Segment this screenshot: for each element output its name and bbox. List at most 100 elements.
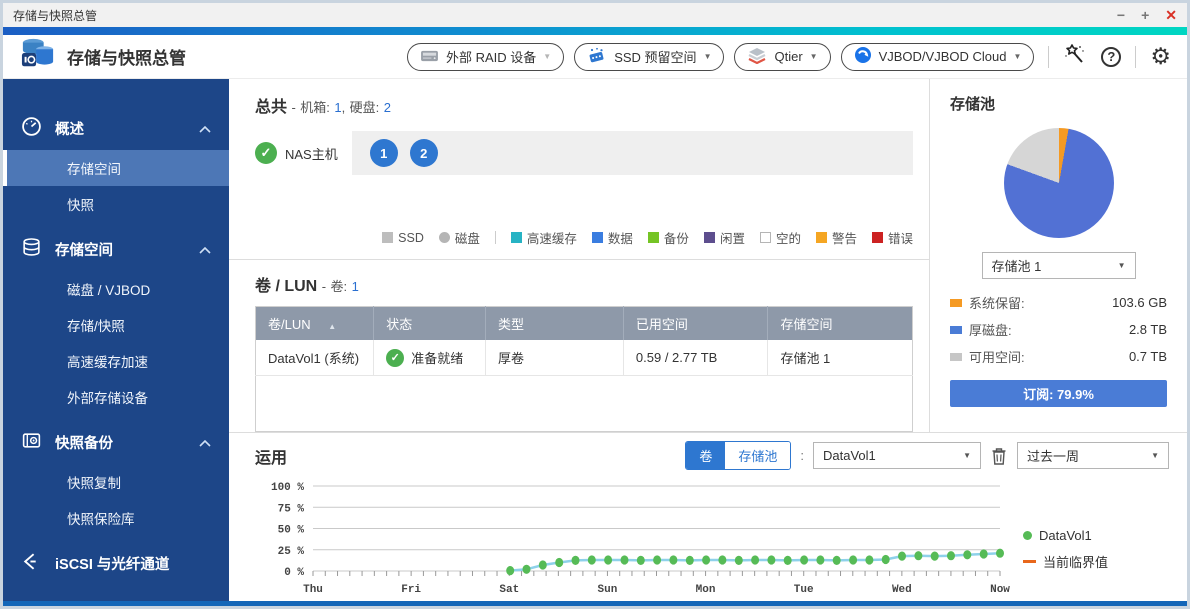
vjbod-button[interactable]: VJBOD/VJBOD Cloud ▼ (841, 43, 1035, 71)
usage-chart-row: 100 %75 %50 %25 %0 %ThuFriSatSunMonTueWe… (255, 476, 1169, 601)
column-header-pool[interactable]: 存储空间 (768, 307, 913, 341)
series-dot-icon (1023, 531, 1032, 540)
legend-label: 警告 (832, 228, 857, 247)
error-swatch (872, 232, 883, 243)
help-icon[interactable]: ? (1101, 47, 1121, 67)
app-window: 存储与快照总管 − + ✕ 存储与快照总管 (0, 0, 1190, 609)
system-reserved-swatch (950, 299, 962, 307)
svg-text:75 %: 75 % (278, 503, 305, 515)
backup-swatch (648, 232, 659, 243)
sidebar-item-label: 外部存储设备 (67, 387, 148, 407)
column-header-used[interactable]: 已用空间 (623, 307, 768, 341)
minimize-button[interactable]: − (1117, 8, 1125, 22)
volumes-heading: 卷 / LUN - 卷: 1 (255, 272, 929, 296)
pool-selector[interactable]: 存储池 1 ▼ (982, 252, 1136, 279)
column-header-volume[interactable]: 卷/LUN ▲ (256, 307, 374, 341)
column-label: 类型 (498, 317, 524, 332)
disk-slot-strip: 1 2 (352, 131, 913, 175)
stat-label: 系统保留: (969, 293, 1025, 312)
storage-pool-panel: 存储池 存储池 1 ▼ 系统保留: 103.6 GB (929, 79, 1187, 432)
data-swatch (592, 232, 603, 243)
chevron-down-icon: ▼ (1013, 52, 1021, 61)
main-content: 总共 - 机箱: 1, 硬盘: 2 ✓ NAS主机 1 2 (229, 79, 1187, 601)
sidebar-item-snapshot-replica[interactable]: 快照复制 (3, 464, 229, 500)
idle-swatch (704, 232, 715, 243)
legend-label: 高速缓存 (527, 228, 577, 247)
overview-dash: - (291, 100, 295, 115)
volume-selector[interactable]: DataVol1 ▼ (813, 442, 981, 469)
period-selector-value: 过去一周 (1027, 446, 1079, 465)
period-selector[interactable]: 过去一周 ▼ (1017, 442, 1169, 469)
qtier-label: Qtier (774, 49, 802, 64)
sidebar-item-disks-vjbod[interactable]: 磁盘 / VJBOD (3, 271, 229, 307)
sidebar-item-label: 快照 (67, 194, 94, 214)
sidebar-item-external-storage[interactable]: 外部存储设备 (3, 379, 229, 415)
pool-selector-value: 存储池 1 (992, 256, 1042, 275)
pool-pie-chart (1004, 128, 1114, 238)
column-label: 卷/LUN (268, 317, 311, 332)
sidebar-group-label: 快照备份 (55, 432, 113, 453)
wizard-wand-icon[interactable] (1063, 42, 1087, 71)
header-icon-group: ? ⚙ (1048, 42, 1171, 71)
qtier-layers-icon (747, 47, 767, 67)
chevron-up-icon (199, 435, 211, 451)
status-ok-icon: ✓ (255, 142, 277, 164)
sidebar-item-storage-space[interactable]: 存储空间 (3, 150, 229, 186)
toggle-volume-option[interactable]: 卷 (686, 442, 725, 469)
cache-swatch (511, 232, 522, 243)
top-row: 总共 - 机箱: 1, 硬盘: 2 ✓ NAS主机 1 2 (229, 79, 1187, 433)
column-header-type[interactable]: 类型 (485, 307, 623, 341)
sidebar-item-label: 存储空间 (67, 158, 121, 178)
sidebar-item-cache-acceleration[interactable]: 高速缓存加速 (3, 343, 229, 379)
toggle-pool-option[interactable]: 存储池 (725, 442, 790, 469)
sidebar-item-storage-snapshots[interactable]: 存储/快照 (3, 307, 229, 343)
chart-legend: DataVol1 当前临界值 (1015, 476, 1169, 601)
usage-chart: 100 %75 %50 %25 %0 %ThuFriSatSunMonTueWe… (255, 476, 1015, 608)
ssd-swatch (382, 232, 393, 243)
sidebar-group-label: 概述 (55, 118, 84, 139)
table-row[interactable]: DataVol1 (系统) ✓ 准备就绪 厚卷 0.59 / 2.77 TB (256, 340, 913, 376)
svg-text:Sun: Sun (598, 584, 618, 596)
chevron-down-icon: ▼ (543, 52, 551, 61)
snapshot-camera-icon (21, 430, 42, 455)
sidebar: 概述 存储空间 快照 存储空间 (3, 79, 229, 601)
sidebar-item-label: 高速缓存加速 (67, 351, 148, 371)
disk-slot-1[interactable]: 1 (370, 139, 398, 167)
cell-used-space: 0.59 / 2.77 TB (623, 340, 768, 376)
qtier-button[interactable]: Qtier ▼ (734, 43, 830, 71)
external-raid-button[interactable]: 外部 RAID 设备 ▼ (407, 43, 564, 71)
status-ok-icon: ✓ (386, 349, 404, 367)
legend-item-idle: 闲置 (704, 228, 745, 247)
external-raid-label: 外部 RAID 设备 (446, 47, 536, 66)
sidebar-item-snapshot-vault[interactable]: 快照保险库 (3, 500, 229, 536)
divider (1135, 46, 1136, 68)
volume-selector-value: DataVol1 (823, 448, 876, 463)
sidebar-group-overview[interactable]: 概述 (3, 107, 229, 150)
disk-count: 2 (384, 100, 391, 115)
ssd-profiling-button[interactable]: SSD 预留空间 ▼ (574, 43, 724, 71)
sidebar-item-iscsi-fc[interactable]: iSCSI 与光纤通道 (3, 542, 229, 585)
trash-icon[interactable] (990, 446, 1008, 466)
cell-status: ✓ 准备就绪 (374, 340, 486, 376)
column-label: 已用空间 (636, 317, 688, 332)
gear-icon[interactable]: ⚙ (1150, 45, 1171, 68)
svg-text:Tue: Tue (794, 584, 814, 596)
maximize-button[interactable]: + (1141, 8, 1149, 22)
disk-label: 硬盘: (350, 100, 380, 115)
sidebar-group-snapshot-backup[interactable]: 快照备份 (3, 421, 229, 464)
page-title: 存储与快照总管 (67, 44, 186, 69)
hdd-swatch (439, 232, 450, 243)
subscription-bar: 订阅: 79.9% (950, 380, 1167, 407)
sidebar-group-storage[interactable]: 存储空间 (3, 228, 229, 271)
svg-text:Mon: Mon (696, 584, 716, 596)
close-button[interactable]: ✕ (1165, 8, 1177, 22)
stat-system-reserved: 系统保留: 103.6 GB (950, 293, 1167, 312)
disk-slot-2[interactable]: 2 (410, 139, 438, 167)
pool-stats: 系统保留: 103.6 GB 厚磁盘: 2.8 TB 可用空间: 0.7 TB (950, 293, 1167, 366)
nas-host-label: NAS主机 (285, 144, 338, 163)
legend-item-empty: 空的 (760, 228, 801, 247)
enclosure-label: 机箱: (300, 100, 330, 115)
column-header-status[interactable]: 状态 (374, 307, 486, 341)
chevron-up-icon (199, 242, 211, 258)
sidebar-item-snapshot[interactable]: 快照 (3, 186, 229, 222)
